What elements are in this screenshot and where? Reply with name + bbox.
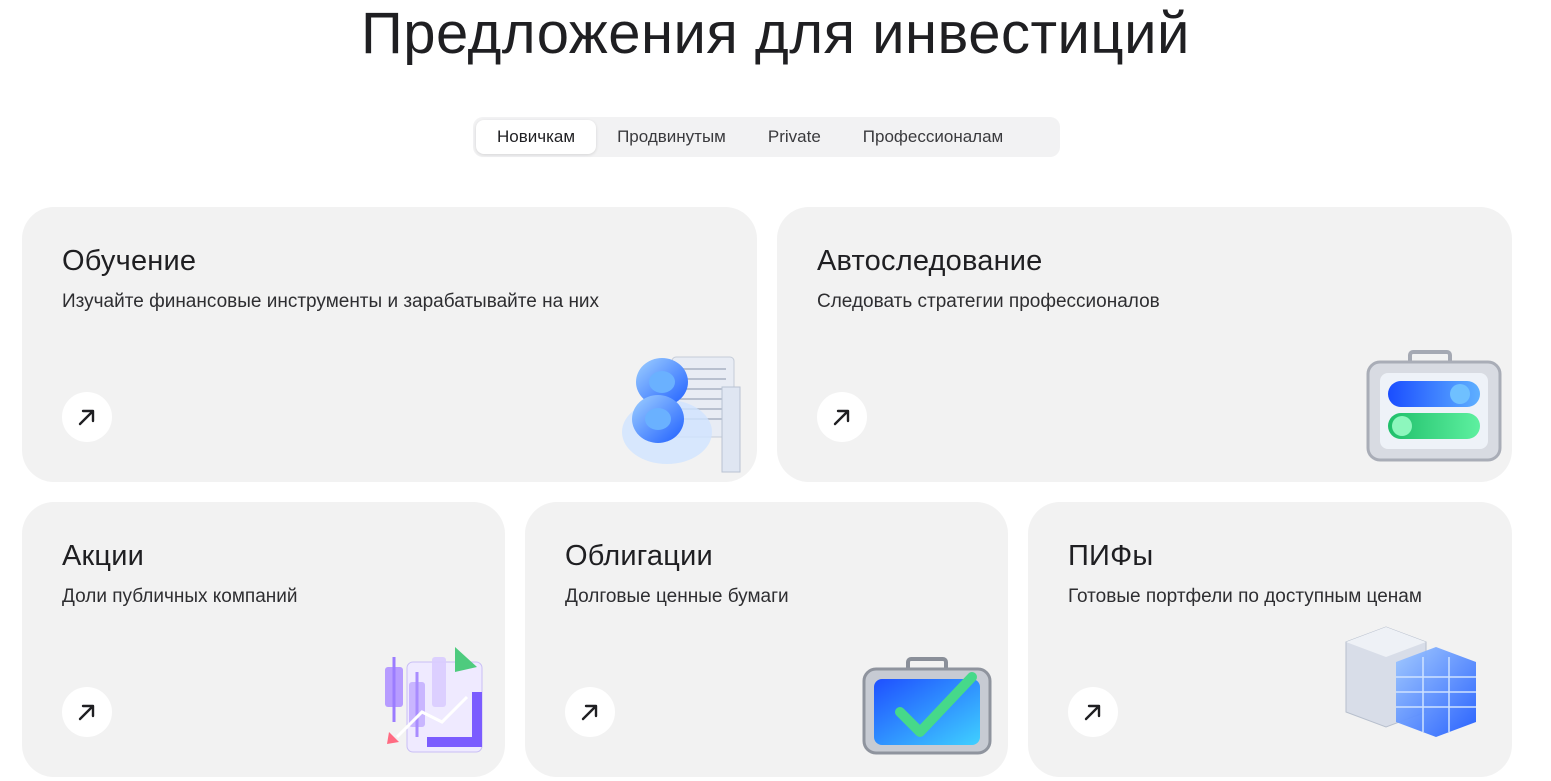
card-title: ПИФы <box>1068 540 1154 572</box>
card-subtitle: Изучайте финансовые инструменты и зараба… <box>62 291 600 312</box>
arrow-up-right-icon <box>78 409 95 426</box>
toggle-case-illustration-icon <box>1366 350 1502 462</box>
open-arrow-button[interactable] <box>1068 687 1118 737</box>
card-subtitle: Готовые портфели по доступным ценам <box>1068 586 1422 607</box>
tab-novice[interactable]: Новичкам <box>476 120 597 154</box>
arrow-up-right-icon <box>581 704 598 721</box>
education-illustration-icon <box>622 356 741 473</box>
cubes-portfolio-illustration-icon <box>1345 626 1476 737</box>
page-title: Предложения для инвестиций <box>361 1 1190 66</box>
briefcase-check-illustration-icon <box>862 657 992 755</box>
arrow-up-right-icon <box>833 409 850 426</box>
tab-private[interactable]: Private <box>747 120 842 154</box>
arrow-up-right-icon <box>78 704 95 721</box>
audience-tabs: Новичкам Продвинутым Private Профессиона… <box>473 117 1060 157</box>
tab-professionals[interactable]: Профессионалам <box>842 120 1024 154</box>
card-subtitle: Долговые ценные бумаги <box>565 586 789 607</box>
arrow-up-right-icon <box>1084 704 1101 721</box>
open-arrow-button[interactable] <box>565 687 615 737</box>
tab-advanced[interactable]: Продвинутым <box>596 120 747 154</box>
card-education[interactable]: Обучение Изучайте финансовые инструменты… <box>22 207 757 482</box>
card-subtitle: Доли публичных компаний <box>62 586 298 607</box>
card-title: Акции <box>62 540 145 572</box>
open-arrow-button[interactable] <box>817 392 867 442</box>
card-stocks[interactable]: Акции Доли публичных компаний <box>22 502 505 777</box>
card-subtitle: Следовать стратегии профессионалов <box>817 291 1160 312</box>
card-mutual-funds[interactable]: ПИФы Готовые портфели по доступным ценам <box>1028 502 1512 777</box>
page: Предложения для инвестиций Новичкам Прод… <box>0 0 1551 781</box>
card-autofollow[interactable]: Автоследование Следовать стратегии профе… <box>777 207 1512 482</box>
open-arrow-button[interactable] <box>62 687 112 737</box>
card-title: Автоследование <box>817 245 1043 277</box>
card-title: Обучение <box>62 245 197 277</box>
candlestick-chart-illustration-icon <box>385 647 483 753</box>
card-bonds[interactable]: Облигации Долговые ценные бумаги <box>525 502 1008 777</box>
card-title: Облигации <box>565 540 713 572</box>
open-arrow-button[interactable] <box>62 392 112 442</box>
